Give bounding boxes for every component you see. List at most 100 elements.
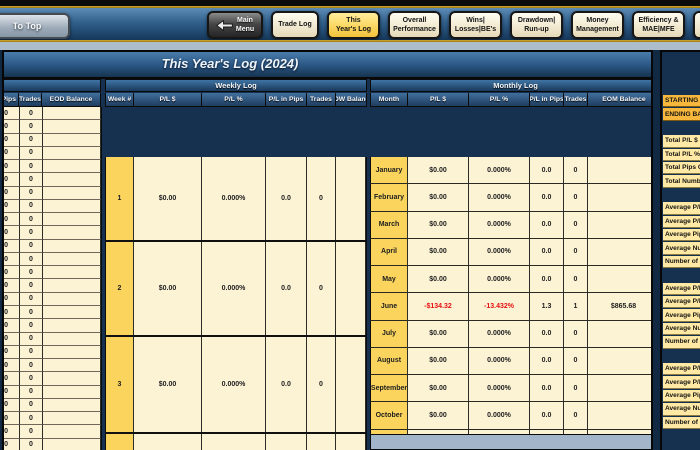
nav-tab-label: Money Management: [576, 16, 619, 33]
monthly-row: April $0.00 0.000% 0.0 0: [370, 238, 651, 266]
daily-trades-cell: 0: [20, 120, 43, 134]
daily-eod-balance-cell: [43, 412, 101, 426]
month-name-cell: June: [371, 293, 408, 320]
daily-trades-cell: 0: [20, 292, 43, 306]
grey-strip: [0, 42, 700, 50]
monthly-eom-balance-cell: [588, 238, 651, 265]
monthly-row: March $0.00 0.000% 0.0 0: [370, 211, 651, 239]
daily-pips-cell: 0: [4, 173, 20, 187]
daily-pips-cell: 0: [4, 425, 20, 439]
daily-trades-cell: 0: [20, 252, 43, 267]
column-header: P/L %: [469, 93, 530, 106]
monthly-pl-cell: $0.00: [408, 402, 469, 429]
daily-trades-cell: 0: [20, 398, 43, 413]
top-nav-bar: To Top Main Menu Trade Log This Year's Lo…: [0, 8, 700, 40]
daily-eod-balance-cell: [43, 199, 101, 214]
monthly-row: January $0.00 0.000% 0.0 0: [370, 157, 651, 185]
daily-pips-cell: 0: [4, 279, 20, 293]
app-screen: To Top Main Menu Trade Log This Year's Lo…: [0, 0, 700, 450]
daily-trades-cell: 0: [20, 186, 43, 200]
monthly-pct-cell: 0.000%: [469, 375, 530, 402]
daily-trades-cell: 0: [20, 146, 43, 161]
monthly-eom-balance-cell: [588, 211, 651, 238]
daily-pips-cell: 0: [4, 305, 20, 320]
column-header: Month: [371, 93, 408, 106]
daily-eod-balance-cell: [43, 425, 101, 439]
nav-tab-f[interactable]: F: [693, 11, 700, 39]
month-name-cell: January: [371, 157, 408, 184]
weekly-pips-cell: 0.0: [266, 242, 307, 335]
monthly-pl-cell: $0.00: [408, 347, 469, 374]
main-menu-button[interactable]: Main Menu: [207, 11, 263, 39]
monthly-trades-cell: 0: [564, 320, 588, 347]
nav-tab-efficiency-mae-mfe[interactable]: Efficiency & MAE|MFE: [632, 11, 685, 39]
weekly-trades-cell: 0: [307, 337, 336, 432]
summary-sidebar: STARTING ENDING BA Total P/L $ Total P/L % T…: [660, 50, 700, 450]
nav-tab-money-management[interactable]: Money Management: [571, 11, 624, 39]
daily-trades-cell: 0: [20, 266, 43, 280]
daily-trades-cell: 0: [20, 385, 43, 399]
monthly-eom-balance-cell: [588, 402, 651, 429]
weekly-eow-balance-cell: [336, 337, 366, 432]
nav-tab-label: This Year's Log: [335, 16, 372, 33]
column-header: EOW Balance: [336, 93, 366, 106]
weekly-log-header-row: Week #P/L $P/L %P/L in PipsTradesEOW Bal…: [105, 93, 367, 107]
monthly-eom-balance-cell: $865.68: [588, 293, 651, 320]
monthly-eom-balance-cell: [588, 184, 651, 211]
monthly-row: June -$134.32 -13.432% 1.3 1 $865.68: [370, 293, 651, 321]
monthly-pct-cell: 0.000%: [469, 402, 530, 429]
monthly-pips-cell: 0.0: [530, 320, 564, 347]
daily-pips-cell: 0: [4, 133, 20, 147]
column-header: P/L $: [408, 93, 469, 106]
month-name-cell: February: [371, 184, 408, 211]
daily-eod-balance-cell: [43, 173, 101, 187]
nav-tab-this-year-s-log[interactable]: This Year's Log: [327, 11, 380, 39]
daily-pips-cell: 0: [4, 266, 20, 280]
monthly-trades-cell: 0: [564, 375, 588, 402]
daily-pips-cell: 0: [4, 120, 20, 134]
nav-tab-trade-log[interactable]: Trade Log: [271, 11, 319, 39]
sidebar-stat-label: Average P/L: [663, 215, 700, 228]
monthly-pct-cell: 0.000%: [469, 347, 530, 374]
daily-trades-cell: 0: [20, 133, 43, 147]
nav-tab-label: Overall Performance: [393, 16, 436, 33]
daily-trades-cell: 0: [20, 279, 43, 293]
column-header: P/L in Pips: [530, 93, 564, 106]
sidebar-stat-label: Average Nu: [663, 242, 700, 255]
daily-eod-balance-cell: [43, 107, 101, 121]
weekly-pl-cell: $0.00: [134, 157, 202, 240]
nav-tabs: Main Menu Trade Log This Year's Log Overal…: [207, 11, 700, 39]
column-header: EOD Balance: [42, 93, 100, 106]
page-title: This Year's Log (2024): [161, 56, 299, 71]
nav-tab-label: Wins| Losses|BE's: [454, 16, 497, 33]
weekly-pl-cell: $0.00: [134, 242, 202, 335]
daily-pips-cell: 0: [4, 199, 20, 214]
weekly-pl-cell: $0.00: [134, 434, 202, 450]
monthly-trades-cell: 0: [564, 157, 588, 184]
nav-tab-drawdown-run-up[interactable]: Drawdown| Run-up: [510, 11, 563, 39]
monthly-pips-cell: 1.3: [530, 293, 564, 320]
daily-pips-cell: 0: [4, 252, 20, 267]
nav-tab-wins-losses-be-s[interactable]: Wins| Losses|BE's: [449, 11, 502, 39]
daily-eod-balance-cell: [43, 213, 101, 227]
to-top-label: To Top: [12, 21, 42, 31]
month-name-cell: August: [371, 347, 408, 374]
column-header: Week #: [106, 93, 134, 106]
weekly-pct-cell: 0.000%: [202, 157, 266, 240]
weekly-row: 2 $0.00 0.000% 0.0 0: [105, 242, 367, 337]
month-name-cell: April: [371, 238, 408, 265]
monthly-pips-cell: 0.0: [530, 402, 564, 429]
monthly-row: February $0.00 0.000% 0.0 0: [370, 184, 651, 212]
monthly-pips-cell: 0.0: [530, 238, 564, 265]
month-name-cell: October: [371, 402, 408, 429]
weekly-trades-cell: 0: [307, 434, 336, 450]
daily-pips-cell: 0: [4, 226, 20, 240]
monthly-eom-balance-cell: [588, 266, 651, 293]
monthly-pct-cell: -13.432%: [469, 293, 530, 320]
nav-tab-overall-performance[interactable]: Overall Performance: [388, 11, 441, 39]
column-header: P/L in Pips: [266, 93, 307, 106]
daily-eod-balance-cell: [43, 186, 101, 200]
nav-tab-label: Trade Log: [278, 21, 312, 29]
to-top-button[interactable]: To Top: [0, 13, 70, 39]
sidebar-stat-label: Average Nu: [663, 403, 700, 416]
